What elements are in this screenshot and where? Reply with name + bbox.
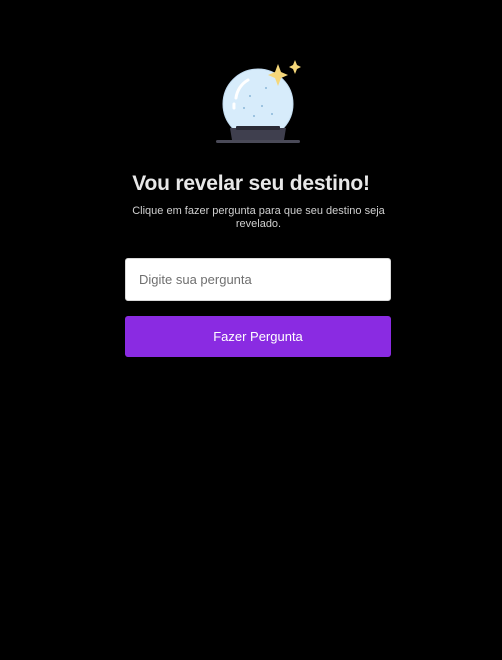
ask-question-button[interactable]: Fazer Pergunta	[125, 316, 391, 357]
crystal-ball-icon	[216, 60, 301, 143]
question-input[interactable]	[125, 258, 391, 301]
page-subtitle: Clique em fazer pergunta para que seu de…	[132, 205, 385, 230]
page: Vou revelar seu destino! Clique em fazer…	[0, 0, 502, 660]
page-title: Vou revelar seu destino!	[132, 172, 370, 195]
